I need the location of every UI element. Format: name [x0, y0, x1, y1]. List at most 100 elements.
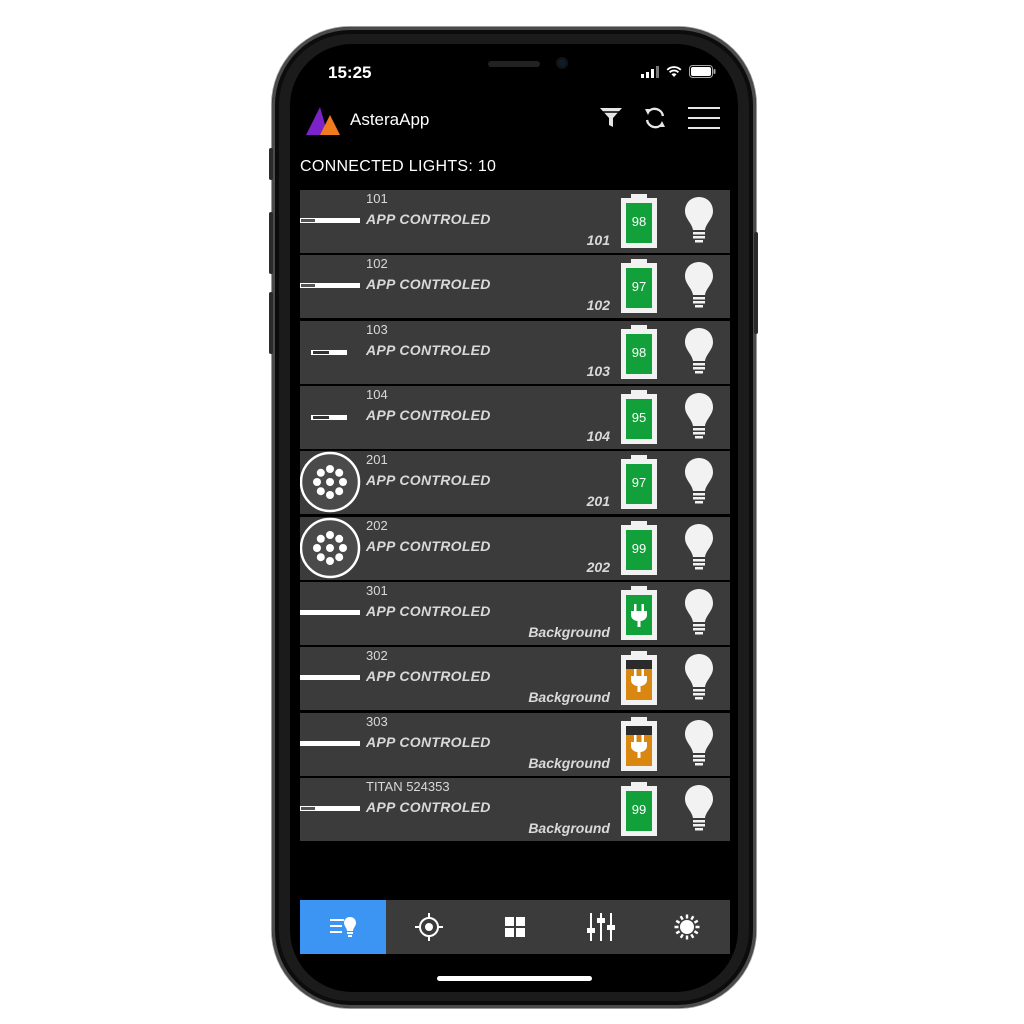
sun-icon	[673, 913, 701, 941]
bulb-icon[interactable]	[684, 523, 714, 573]
battery-indicator: 99	[621, 520, 657, 575]
battery-status-icon	[689, 65, 716, 78]
volume-up-button	[269, 212, 273, 274]
battery-body: 99	[621, 786, 657, 837]
wifi-icon	[666, 66, 682, 77]
home-indicator[interactable]	[437, 976, 592, 981]
battery-indicator: 98	[621, 194, 657, 248]
light-row[interactable]: 201 APP CONTROLED 201 97	[299, 451, 730, 515]
bulb-icon[interactable]	[684, 261, 714, 311]
light-tag: 103	[586, 362, 610, 379]
light-name: 104	[366, 387, 388, 403]
battery-level: 97	[631, 475, 647, 491]
mute-switch	[269, 148, 273, 180]
round-light-icon	[299, 452, 361, 513]
menu-icon[interactable]	[688, 105, 720, 131]
light-row[interactable]: 301 APP CONTROLED Background	[300, 582, 730, 646]
light-tag: 102	[586, 297, 610, 314]
light-mode: APP CONTROLED	[366, 537, 491, 554]
bulb-icon[interactable]	[684, 784, 714, 834]
light-row[interactable]: 302 APP CONTROLED Background	[300, 647, 730, 711]
astera-logo-icon	[306, 107, 340, 135]
tube-light-icon	[300, 806, 360, 812]
bulb-toggle[interactable]	[684, 784, 714, 839]
plug-icon	[631, 604, 647, 628]
light-row[interactable]: 101 APP CONTROLED 101 98	[300, 190, 730, 253]
light-row[interactable]: 303 APP CONTROLED Background	[300, 712, 730, 776]
bulb-icon[interactable]	[684, 588, 714, 638]
battery-level: 95	[631, 410, 647, 426]
bulb-toggle[interactable]	[684, 719, 714, 774]
battery-level: 98	[631, 344, 647, 360]
refresh-icon[interactable]	[642, 105, 668, 131]
short-tube-light-icon	[311, 349, 347, 355]
light-row[interactable]: 102 APP CONTROLED 102 97	[300, 255, 730, 319]
battery-indicator	[621, 651, 657, 706]
light-mode: APP CONTROLED	[366, 799, 491, 816]
bulb-icon[interactable]	[684, 719, 714, 769]
bulb-toggle[interactable]	[684, 457, 714, 512]
bulb-icon[interactable]	[684, 457, 714, 507]
battery-indicator: 98	[621, 324, 657, 379]
grid-icon	[504, 916, 526, 938]
battery-fill	[626, 595, 652, 636]
light-mode: APP CONTROLED	[366, 733, 491, 750]
speaker	[488, 61, 540, 67]
app-title: AsteraApp	[350, 110, 430, 129]
bulb-toggle[interactable]	[684, 653, 714, 708]
battery-indicator	[621, 716, 657, 771]
bulb-toggle[interactable]	[684, 392, 714, 447]
target-icon	[415, 913, 443, 941]
light-row[interactable]: TITAN 524353 APP CONTROLED Background 99	[300, 778, 730, 842]
bulb-icon[interactable]	[684, 196, 714, 246]
front-camera	[556, 57, 568, 69]
battery-indicator	[621, 586, 657, 641]
battery-fill	[626, 660, 652, 701]
app-header: AsteraApp	[300, 100, 730, 146]
tab-sliders[interactable]	[558, 900, 644, 954]
light-thumbnail	[300, 778, 362, 841]
short-tube-light-icon	[311, 415, 347, 421]
sliders-icon	[586, 912, 616, 942]
light-row[interactable]: 202 APP CONTROLED 202 99	[299, 516, 730, 580]
battery-body	[621, 720, 657, 771]
battery-level: 97	[631, 279, 647, 295]
light-tag: Background	[528, 820, 610, 837]
light-row[interactable]: 104 APP CONTROLED 104 95	[300, 386, 730, 450]
light-tag: 201	[586, 493, 610, 510]
light-thumbnail	[300, 713, 362, 776]
battery-indicator: 97	[621, 455, 657, 510]
status-icons	[641, 65, 716, 78]
tab-target[interactable]	[386, 900, 472, 954]
bulb-icon[interactable]	[684, 392, 714, 442]
bulb-toggle[interactable]	[684, 196, 714, 251]
light-mode: APP CONTROLED	[366, 407, 491, 424]
light-name: 302	[366, 648, 388, 664]
bulb-toggle[interactable]	[684, 588, 714, 643]
light-thumbnail	[300, 582, 362, 645]
bulb-toggle[interactable]	[684, 327, 714, 382]
filter-icon[interactable]	[598, 105, 624, 131]
battery-body	[621, 655, 657, 706]
light-thumbnail	[300, 386, 362, 449]
light-name: 202	[366, 517, 388, 533]
light-name: TITAN 524353	[366, 779, 450, 795]
bulb-icon[interactable]	[684, 653, 714, 703]
tab-sun[interactable]	[644, 900, 730, 954]
light-row[interactable]: 103 APP CONTROLED 103 98	[300, 320, 730, 384]
notch	[406, 44, 622, 84]
battery-indicator: 99	[621, 782, 657, 837]
bottom-navigation	[300, 900, 730, 954]
phone-screen: 15:25 AsteraApp CONNECTED LIGHTS: 10 101…	[290, 44, 738, 992]
light-thumbnail	[300, 647, 362, 710]
plug-icon	[631, 669, 647, 693]
light-name: 201	[366, 452, 388, 468]
tab-light-list[interactable]	[300, 900, 386, 954]
tab-grid[interactable]	[472, 900, 558, 954]
light-mode: APP CONTROLED	[366, 668, 491, 685]
light-thumbnail	[299, 451, 362, 514]
bulb-toggle[interactable]	[684, 523, 714, 578]
bulb-toggle[interactable]	[684, 261, 714, 316]
light-tag: Background	[528, 624, 610, 641]
bulb-icon[interactable]	[684, 327, 714, 377]
